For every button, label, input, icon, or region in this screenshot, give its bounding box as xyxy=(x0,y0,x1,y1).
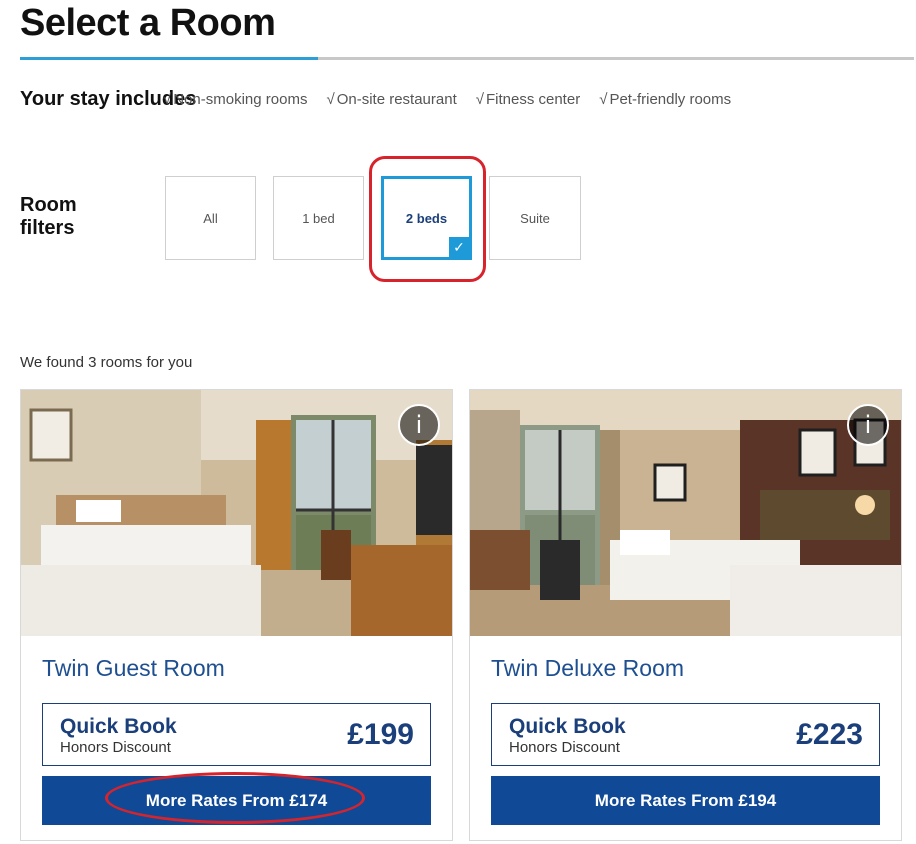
more-rates-button[interactable]: More Rates From £174 xyxy=(42,776,431,825)
page-title: Select a Room xyxy=(20,2,276,44)
quick-book-label: Quick Book xyxy=(509,715,626,738)
amenity-item: √ Pet-friendly rooms xyxy=(599,91,731,108)
quick-book-price: £223 xyxy=(796,718,863,751)
check-icon: √ xyxy=(163,91,172,108)
check-icon: √ xyxy=(475,91,484,108)
amenity-item: √ Fitness center xyxy=(476,91,580,108)
info-icon[interactable]: i xyxy=(847,404,889,446)
filter-2-beds[interactable]: 2 beds ✓ xyxy=(381,176,472,260)
amenity-label: Fitness center xyxy=(485,91,581,108)
room-photo[interactable]: i xyxy=(21,390,452,636)
filter-all[interactable]: All xyxy=(165,176,256,260)
check-icon: ✓ xyxy=(449,237,469,257)
quick-book-button[interactable]: Quick Book Honors Discount £199 xyxy=(42,703,431,766)
check-icon: √ xyxy=(326,91,335,108)
info-icon[interactable]: i xyxy=(398,404,440,446)
amenities-list: √ Non-smoking rooms √ On-site restaurant √… xyxy=(163,91,731,108)
room-photo-image xyxy=(470,390,901,636)
amenity-label: On-site restaurant xyxy=(336,91,457,108)
room-name[interactable]: Twin Deluxe Room xyxy=(491,655,684,682)
title-divider xyxy=(20,57,914,60)
room-name[interactable]: Twin Guest Room xyxy=(42,655,225,682)
results-count: We found 3 rooms for you xyxy=(20,354,193,371)
amenity-item: √ Non-smoking rooms xyxy=(163,91,307,108)
room-filters-label: Room filters xyxy=(20,194,77,239)
room-card: i Twin Guest Room Quick Book Honors Disc… xyxy=(20,389,453,841)
amenity-label: Pet-friendly rooms xyxy=(609,91,732,108)
amenity-label: Non-smoking rooms xyxy=(173,91,308,108)
amenity-item: √ On-site restaurant xyxy=(326,91,456,108)
discount-label: Honors Discount xyxy=(60,739,171,756)
filter-label: 2 beds xyxy=(405,210,448,226)
room-photo-image xyxy=(21,390,452,636)
filter-suite[interactable]: Suite xyxy=(489,176,581,260)
more-rates-button[interactable]: More Rates From £194 xyxy=(491,776,880,825)
quick-book-label: Quick Book xyxy=(60,715,177,738)
discount-label: Honors Discount xyxy=(509,739,620,756)
check-icon: √ xyxy=(599,91,608,108)
room-photo[interactable]: i xyxy=(470,390,901,636)
room-card: i Twin Deluxe Room Quick Book Honors Dis… xyxy=(469,389,902,841)
filter-1-bed[interactable]: 1 bed xyxy=(273,176,364,260)
title-divider-accent xyxy=(20,57,318,60)
room-filter-group: All 1 bed 2 beds ✓ Suite xyxy=(165,176,581,260)
quick-book-button[interactable]: Quick Book Honors Discount £223 xyxy=(491,703,880,766)
quick-book-price: £199 xyxy=(347,718,414,751)
